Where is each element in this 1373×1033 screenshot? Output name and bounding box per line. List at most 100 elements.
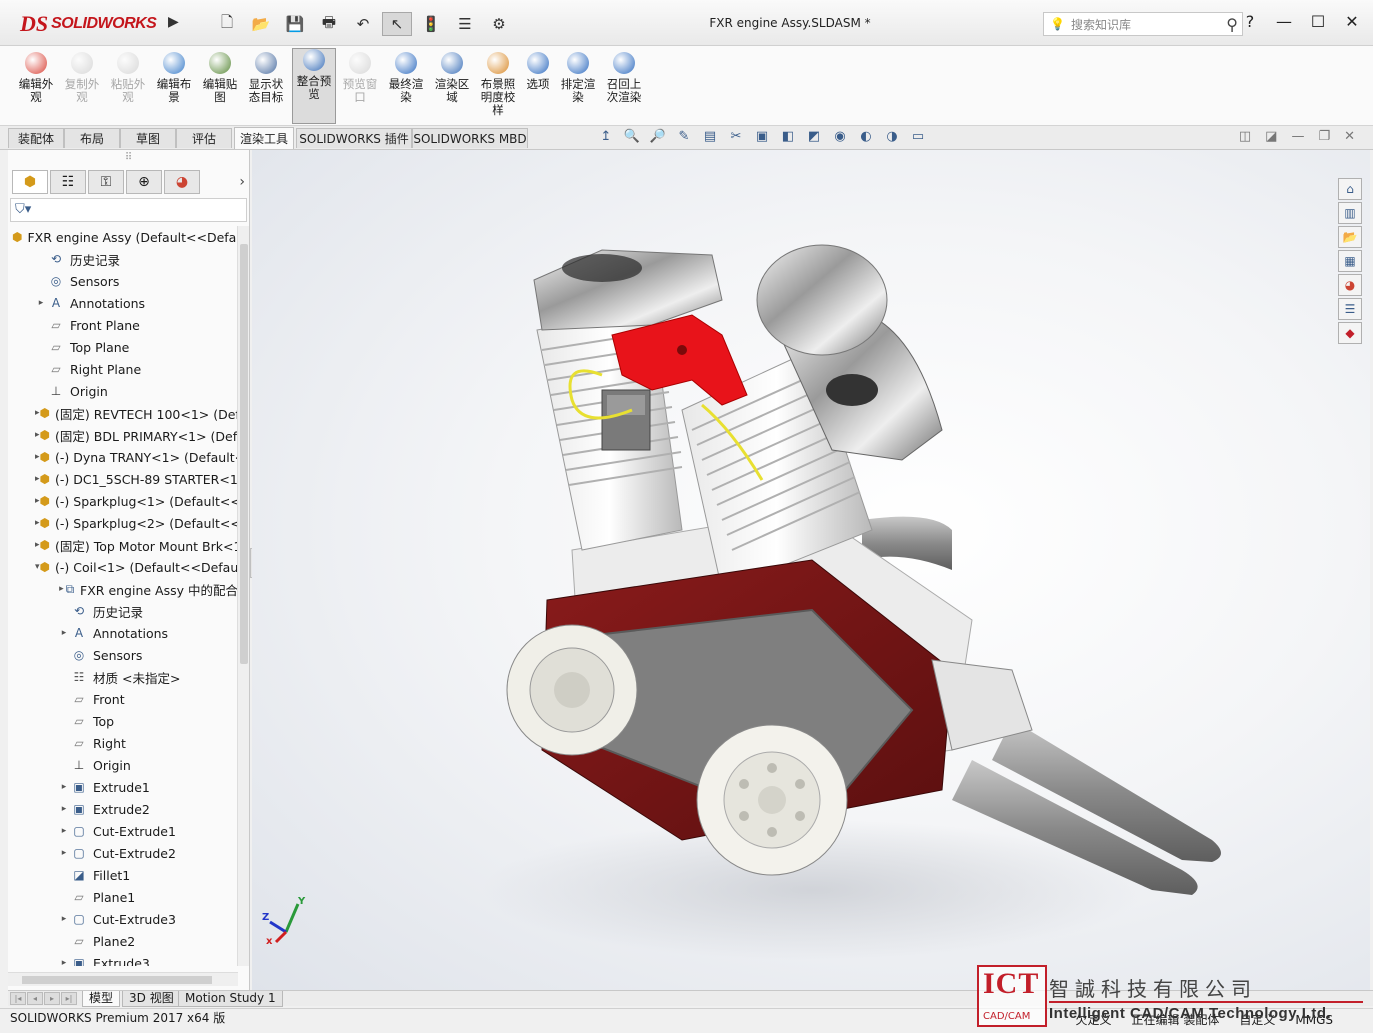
property-manager-icon[interactable]: ☷	[50, 170, 86, 194]
ribbon-button-9[interactable]: 渲染区域	[430, 52, 474, 122]
tree-vertical-scrollbar[interactable]	[237, 226, 249, 966]
feature-manager-icon[interactable]: ⬢	[12, 170, 48, 194]
tab-0[interactable]: 装配体	[8, 128, 64, 148]
solidworks-forum-icon[interactable]: ◆	[1338, 322, 1362, 344]
new-icon[interactable]: 🗋	[212, 12, 242, 36]
ribbon-button-8[interactable]: 最终渲染	[384, 52, 428, 122]
expand-arrow-icon[interactable]: ▸	[35, 298, 47, 308]
ribbon-button-12[interactable]: 排定渲染	[556, 52, 600, 122]
tree-item[interactable]: ▸ ▣ Extrude3	[8, 952, 238, 967]
expand-arrow-icon[interactable]: ▸	[58, 826, 70, 836]
tab-1[interactable]: 布局	[64, 128, 120, 148]
last-tab-icon[interactable]: ▸|	[61, 992, 77, 1005]
open-icon[interactable]: 📂	[246, 12, 276, 36]
tree-item[interactable]: ▸ ⬢ (-) DC1_5SCH-89 STARTER<1>	[8, 468, 238, 490]
print-icon[interactable]: 🖶	[314, 12, 344, 36]
tree-item[interactable]: ▸ ▣ Extrude2	[8, 798, 238, 820]
tree-item[interactable]: ▱ Plane1	[8, 886, 238, 908]
tree-item[interactable]: ⟲ 历史记录	[8, 600, 238, 622]
tree-item[interactable]: ▸ ⬢ (-) Sparkplug<2> (Default<<D	[8, 512, 238, 534]
search-icon[interactable]: ⚲	[1226, 15, 1238, 34]
bottom-tab-1[interactable]: 3D 视图	[122, 991, 181, 1007]
undo-icon[interactable]: ↶	[348, 12, 378, 36]
configuration-manager-icon[interactable]: ⚿	[88, 170, 124, 194]
tree-item[interactable]: ▱ Top Plane	[8, 336, 238, 358]
ribbon-button-7[interactable]: 预览窗口	[338, 52, 382, 122]
ribbon-button-5[interactable]: 显示状态目标	[244, 52, 288, 122]
options-gear-icon[interactable]: ⚙	[484, 12, 514, 36]
minimize-icon[interactable]: —	[1273, 12, 1295, 31]
expand-arrow-icon[interactable]: ▸	[58, 628, 70, 638]
close-icon[interactable]: ✕	[1341, 12, 1363, 31]
tree-item[interactable]: ▸ ⬢ (-) Sparkplug<1> (Default<<D	[8, 490, 238, 512]
ribbon-button-6[interactable]: 整合预览	[292, 48, 336, 124]
tree-item[interactable]: ▸ A Annotations	[8, 622, 238, 644]
view-tool-icon[interactable]: ▤	[700, 129, 720, 147]
tree-item[interactable]: ⊥ Origin	[8, 380, 238, 402]
tree-item[interactable]: ▸ ▢ Cut-Extrude1	[8, 820, 238, 842]
next-tab-icon[interactable]: ▸	[44, 992, 60, 1005]
tree-item[interactable]: ▱ Right	[8, 732, 238, 754]
tab-5[interactable]: SOLIDWORKS 插件	[296, 128, 412, 148]
tab-4[interactable]: 渲染工具	[234, 127, 294, 149]
tree-item[interactable]: ⟲ 历史记录	[8, 248, 238, 270]
restore-left-icon[interactable]: ◫	[1239, 129, 1251, 144]
tree-item[interactable]: ▸ ⧉ FXR engine Assy 中的配合	[8, 578, 238, 600]
tree-item[interactable]: ▸ ⬢ (固定) BDL PRIMARY<1> (Defa	[8, 424, 238, 446]
maximize-icon[interactable]: ☐	[1307, 12, 1329, 31]
dimxpert-icon[interactable]: ⊕	[126, 170, 162, 194]
ribbon-button-11[interactable]: 选项	[516, 52, 560, 122]
tree-item[interactable]: ▸ ⬢ (固定) Top Motor Mount Brk<1	[8, 534, 238, 556]
expand-arrow-icon[interactable]: ▸	[58, 958, 70, 966]
view-tool-icon[interactable]: ↥	[596, 129, 616, 147]
tab-2[interactable]: 草图	[120, 128, 176, 148]
home-icon[interactable]: ⌂	[1338, 178, 1362, 200]
tree-item[interactable]: ▱ Top	[8, 710, 238, 732]
tree-item[interactable]: ◎ Sensors	[8, 644, 238, 666]
view-tool-icon[interactable]: ◑	[882, 129, 902, 147]
view-tool-icon[interactable]: ◧	[778, 129, 798, 147]
search-input[interactable]: 搜索知识库	[1071, 16, 1131, 33]
expand-arrow-icon[interactable]: ▸	[58, 584, 65, 594]
appearances-icon[interactable]: ◕	[1338, 274, 1362, 296]
bottom-tab-0[interactable]: 模型	[82, 991, 121, 1007]
display-manager-icon[interactable]: ◕	[164, 170, 200, 194]
tree-item[interactable]: ⬢ FXR engine Assy (Default<<Defau	[8, 226, 238, 248]
select-icon[interactable]: ↖	[382, 12, 412, 36]
prev-tab-icon[interactable]: ◂	[27, 992, 43, 1005]
first-tab-icon[interactable]: |◂	[10, 992, 26, 1005]
view-tool-icon[interactable]: 🔍	[622, 129, 642, 147]
restore-right-icon[interactable]: ◪	[1265, 129, 1277, 144]
expand-arrow-icon[interactable]: ▸	[58, 782, 70, 792]
view-tool-icon[interactable]: ▣	[752, 129, 772, 147]
custom-properties-icon[interactable]: ☰	[1338, 298, 1362, 320]
help-icon[interactable]: ?	[1239, 12, 1261, 31]
tree-item[interactable]: ◪ Fillet1	[8, 864, 238, 886]
ribbon-button-2[interactable]: 粘贴外观	[106, 52, 150, 122]
menu-expand-arrow-icon[interactable]: ▶	[168, 14, 182, 34]
tab-3[interactable]: 评估	[176, 128, 232, 148]
expand-arrow-icon[interactable]: ▸	[58, 914, 70, 924]
view-tool-icon[interactable]: ✂	[726, 129, 746, 147]
viewport-close-icon[interactable]: ✕	[1344, 129, 1355, 144]
tree-item[interactable]: ◎ Sensors	[8, 270, 238, 292]
traffic-light-icon[interactable]: 🚦	[416, 12, 446, 36]
tab-6[interactable]: SOLIDWORKS MBD	[412, 128, 528, 148]
ribbon-button-3[interactable]: 编辑布景	[152, 52, 196, 122]
panel-grip[interactable]: ⠿	[8, 150, 249, 170]
view-tool-icon[interactable]: ◩	[804, 129, 824, 147]
ribbon-button-10[interactable]: 布景照明度校样	[476, 52, 520, 122]
tree-item[interactable]: ▱ Front	[8, 688, 238, 710]
save-icon[interactable]: 💾	[280, 12, 310, 36]
view-tool-icon[interactable]: 🔎	[648, 129, 668, 147]
file-explorer-icon[interactable]: 📂	[1338, 226, 1362, 248]
tree-item[interactable]: ▸ A Annotations	[8, 292, 238, 314]
bottom-tab-2[interactable]: Motion Study 1	[178, 991, 283, 1007]
tree-item[interactable]: ▾ ⬢ (-) Coil<1> (Default<<Default>	[8, 556, 238, 578]
tree-item[interactable]: ▸ ▢ Cut-Extrude2	[8, 842, 238, 864]
view-tool-icon[interactable]: ◐	[856, 129, 876, 147]
tree-item[interactable]: ▸ ⬢ (固定) REVTECH 100<1> (Defau	[8, 402, 238, 424]
tree-filter[interactable]: ⛉▾	[10, 198, 247, 222]
engine-assembly-model[interactable]	[252, 150, 1370, 990]
expand-arrow-icon[interactable]: ▸	[58, 804, 70, 814]
